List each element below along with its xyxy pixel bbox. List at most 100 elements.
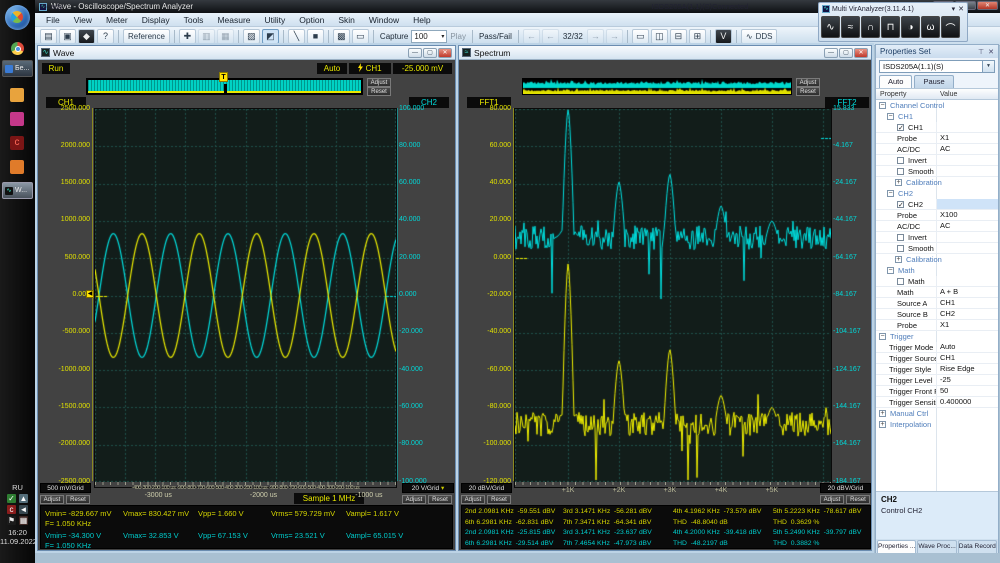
tab-pause[interactable]: Pause <box>914 75 954 88</box>
checkbox[interactable] <box>897 277 904 285</box>
menu-display[interactable]: Display <box>135 15 177 25</box>
close-button[interactable]: ✕ <box>977 1 998 10</box>
ch2-adjust-button[interactable]: Adjust <box>402 495 426 504</box>
fft2-scale-button[interactable]: 20 dBV/Grid <box>820 483 871 493</box>
property-row[interactable]: − CH2 <box>876 188 998 199</box>
layout-quad-button[interactable]: ⊞ <box>688 28 706 44</box>
property-value-cell[interactable]: X100 <box>936 210 998 221</box>
tray-c-icon[interactable]: c <box>7 505 16 514</box>
reference-button[interactable]: Reference <box>123 28 170 44</box>
menu-measure[interactable]: Measure <box>210 15 257 25</box>
play-button[interactable]: Play <box>450 32 466 41</box>
layout-horizontal-button[interactable]: ⊟ <box>669 28 687 44</box>
fft1-adjust-button[interactable]: Adjust <box>461 495 485 504</box>
property-value-cell[interactable]: CH1 <box>936 353 998 364</box>
fft1-reset-button[interactable]: Reset <box>487 495 511 504</box>
taskbar-button-wave-app[interactable]: ∿ W... <box>2 182 33 199</box>
property-row[interactable]: CH1 Source A <box>876 298 998 309</box>
menu-meter[interactable]: Meter <box>99 15 135 25</box>
property-row[interactable]: − Math <box>876 265 998 276</box>
passfail-button[interactable]: Pass/Fail <box>479 32 512 41</box>
fft1-scale-button[interactable]: 20 dBV/Grid <box>461 483 512 493</box>
cursor-button[interactable]: ▥ <box>197 28 215 44</box>
menu-option[interactable]: Option <box>292 15 331 25</box>
property-row[interactable]: − CH1 <box>876 111 998 122</box>
spectrum-scroll-preview[interactable] <box>522 78 792 95</box>
checkbox-checked[interactable]: ✓ <box>897 200 904 209</box>
trigger-time-marker[interactable]: T <box>219 72 228 82</box>
property-value-cell[interactable]: CH2 <box>936 309 998 320</box>
property-value-cell[interactable]: CH1 <box>936 298 998 309</box>
property-row[interactable]: Invert <box>876 155 998 166</box>
layout-vertical-button[interactable]: ◫ <box>650 28 668 44</box>
property-value-cell[interactable] <box>936 122 998 133</box>
checkbox-checked[interactable]: ✓ <box>897 123 904 132</box>
ch1-scale-button[interactable]: 500 mV/Grid <box>40 483 91 493</box>
property-row[interactable]: Smooth <box>876 166 998 177</box>
trigger-level-marker[interactable]: ◀ <box>86 290 94 298</box>
app-icon-magenta[interactable] <box>10 112 24 126</box>
save-button[interactable]: ▣ <box>59 28 76 44</box>
oscilloscope-icon[interactable]: ∿ <box>821 16 840 38</box>
ch2-reset-button[interactable]: Reset <box>428 495 452 504</box>
display-button[interactable]: ▭ <box>351 28 369 44</box>
property-row[interactable]: Smooth <box>876 243 998 254</box>
expand-toggle-icon[interactable]: + <box>879 410 886 417</box>
bottom-tab-2[interactable]: Wave Proc... <box>917 540 957 553</box>
trigger-source-badge[interactable]: CH1 <box>349 63 391 74</box>
tray-app-icon[interactable]: ▲ <box>19 494 28 503</box>
property-value-cell[interactable]: AC <box>936 221 998 232</box>
wave-plot[interactable] <box>94 108 397 488</box>
spectrum-plot-canvas[interactable] <box>515 109 831 482</box>
move-button[interactable]: ✚ <box>178 28 196 44</box>
menu-skin[interactable]: Skin <box>331 15 362 25</box>
property-row[interactable]: X1 Probe <box>876 133 998 144</box>
capture-input[interactable]: 100 ▾ <box>411 29 448 43</box>
nav-last-button[interactable]: → <box>605 28 623 44</box>
voltmeter-button[interactable]: V <box>714 28 732 44</box>
app-icon-orange[interactable] <box>10 88 24 102</box>
property-value-cell[interactable]: X1 <box>936 320 998 331</box>
select-button[interactable]: ◩ <box>261 28 279 44</box>
expand-toggle-icon[interactable]: − <box>879 333 886 340</box>
language-indicator[interactable]: RU <box>0 483 35 492</box>
reset-button[interactable]: Reset <box>796 87 820 96</box>
nav-prev-button[interactable]: ← <box>541 28 559 44</box>
reset-button[interactable]: Reset <box>367 87 391 96</box>
erase-button[interactable]: ▨ <box>242 28 260 44</box>
taskbar-button-browser[interactable]: Бе... <box>2 60 33 77</box>
property-value-cell[interactable]: 50 <box>936 386 998 397</box>
property-value-cell[interactable] <box>936 155 998 166</box>
minimize-button[interactable]: — <box>408 47 422 58</box>
menu-file[interactable]: File <box>39 15 67 25</box>
property-row[interactable]: + Interpolation <box>876 419 998 430</box>
dds-button[interactable]: ∿ DDS <box>740 28 778 44</box>
expand-toggle-icon[interactable]: − <box>887 267 894 274</box>
property-value-cell[interactable] <box>936 232 998 243</box>
checkbox[interactable] <box>897 233 904 241</box>
menu-view[interactable]: View <box>67 15 99 25</box>
property-row[interactable]: A + B Math <box>876 287 998 298</box>
property-row[interactable]: + Manual Ctrl <box>876 408 998 419</box>
bottom-tab-3[interactable]: Data Record <box>957 540 997 553</box>
volume-icon[interactable]: ◄ <box>19 505 28 514</box>
fft2-adjust-button[interactable]: Adjust <box>820 495 844 504</box>
checkbox[interactable] <box>897 167 904 175</box>
property-value-cell[interactable]: Rise Edge <box>936 364 998 375</box>
expand-toggle-icon[interactable]: + <box>895 256 902 263</box>
filter-icon[interactable]: ⌒ <box>941 16 960 38</box>
tray-shield-icon[interactable]: ✓ <box>7 494 16 503</box>
close-button[interactable]: ✕ <box>854 47 868 58</box>
checkbox[interactable] <box>897 156 904 164</box>
palette-close-icon[interactable]: ✕ <box>958 5 964 13</box>
property-row[interactable]: ✓ CH2 <box>876 199 998 210</box>
menu-window[interactable]: Window <box>362 15 406 25</box>
property-row[interactable]: Invert <box>876 232 998 243</box>
signal-generator-icon[interactable]: ∩ <box>861 16 880 38</box>
property-value-cell[interactable]: X1 <box>936 133 998 144</box>
start-button[interactable] <box>5 5 30 30</box>
expand-toggle-icon[interactable]: + <box>895 179 902 186</box>
property-value-cell[interactable]: Auto <box>936 342 998 353</box>
property-value-cell[interactable] <box>936 199 998 210</box>
property-value-cell[interactable] <box>936 276 998 287</box>
